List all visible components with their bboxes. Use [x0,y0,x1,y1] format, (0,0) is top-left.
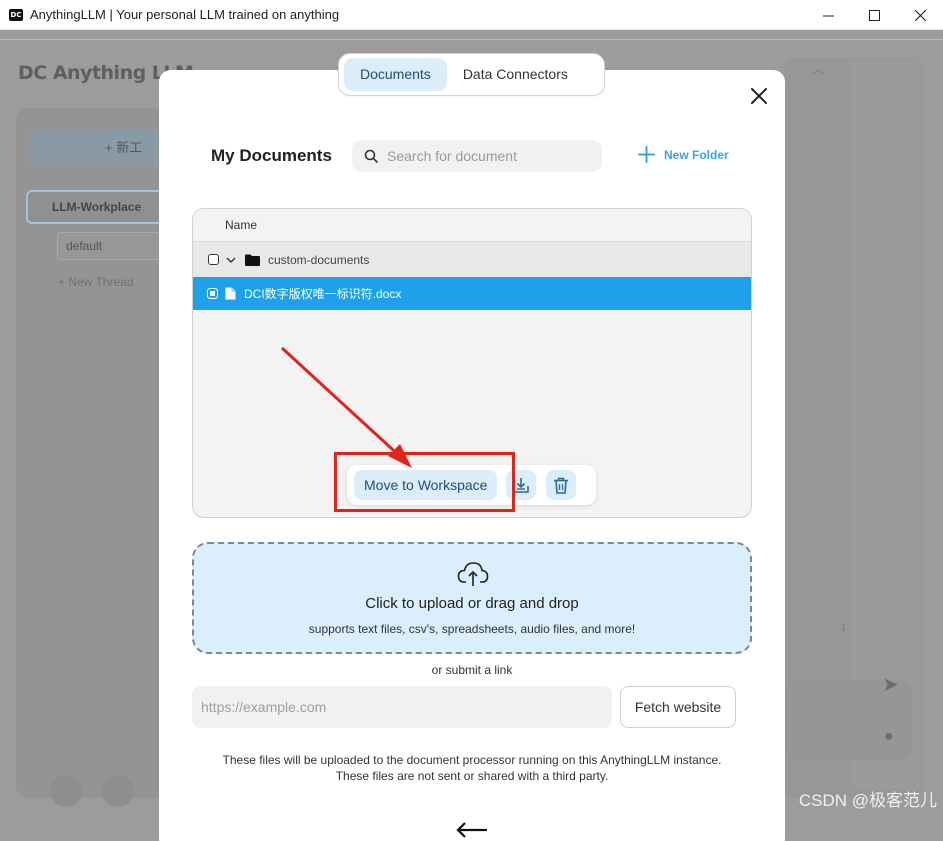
window-title: AnythingLLM | Your personal LLM trained … [30,7,340,22]
back-button[interactable] [455,820,489,841]
new-folder-button[interactable]: New Folder [638,146,729,163]
minimize-button[interactable] [805,0,851,30]
background-new-thread: + New Thread [58,275,134,289]
upload-dropzone[interactable]: Click to upload or drag and drop support… [192,542,752,654]
tab-documents[interactable]: Documents [344,58,447,91]
url-input[interactable] [192,686,612,728]
background-scroll-down-icon: ↓ [840,618,847,634]
folder-row[interactable]: custom-documents [193,242,751,277]
upload-title: Click to upload or drag and drop [365,595,579,612]
file-row[interactable]: DCI数字版权唯一标识符.docx [193,277,751,310]
plus-icon [638,146,655,163]
watermark: CSDN @极客范儿 [798,791,937,810]
cloud-upload-icon [457,562,489,586]
upload-subtitle: supports text files, csv's, spreadsheets… [308,622,636,636]
trash-icon [554,477,569,494]
arrow-left-icon [456,822,487,838]
minimize-icon [822,15,834,16]
background-docs-icon [102,775,134,807]
background-workspace-item: LLM-Workplace [26,190,166,224]
search-box [352,140,602,172]
maximize-icon [868,9,880,21]
annotation-highlight-box [334,452,515,512]
privacy-note-line-1: These files will be uploaded to the docu… [222,753,722,767]
folder-icon [245,254,260,266]
folder-checkbox[interactable] [208,254,219,265]
fetch-website-button[interactable]: Fetch website [620,686,736,728]
background-new-workspace-button: + 新工 [30,130,165,166]
app-logo-icon: DC [9,8,23,21]
submit-link-label: or submit a link [431,663,513,677]
modal-tabs: Documents Data Connectors [338,53,605,96]
background-divider [0,39,943,40]
close-window-icon [914,9,926,21]
background-settings-icon [50,775,82,807]
new-folder-label: New Folder [664,147,729,162]
window-titlebar: DC AnythingLLM | Your personal LLM train… [0,0,943,30]
chevron-down-icon[interactable] [225,254,237,266]
file-icon [225,287,236,300]
close-icon [751,88,767,104]
background-chevron-up-icon: ︿ [812,62,825,76]
window-controls [805,0,943,30]
background-thread-default: default [57,232,167,260]
privacy-note: These files will be uploaded to the docu… [159,752,785,784]
file-checkbox[interactable] [207,288,218,299]
download-icon [513,478,530,493]
privacy-note-line-2: These files are not sent or shared with … [335,769,609,783]
search-input[interactable] [387,148,587,164]
tab-data-connectors[interactable]: Data Connectors [447,58,584,91]
maximize-button[interactable] [851,0,897,30]
background-mic-icon: ● [884,728,894,745]
delete-button[interactable] [546,470,577,500]
page-title: My Documents [211,146,332,165]
folder-name: custom-documents [268,252,370,267]
file-list-header: Name [193,209,751,242]
search-icon [364,149,378,163]
close-window-button[interactable] [897,0,943,30]
modal-close-button[interactable] [749,86,769,106]
file-name: DCI数字版权唯一标识符.docx [244,287,402,301]
